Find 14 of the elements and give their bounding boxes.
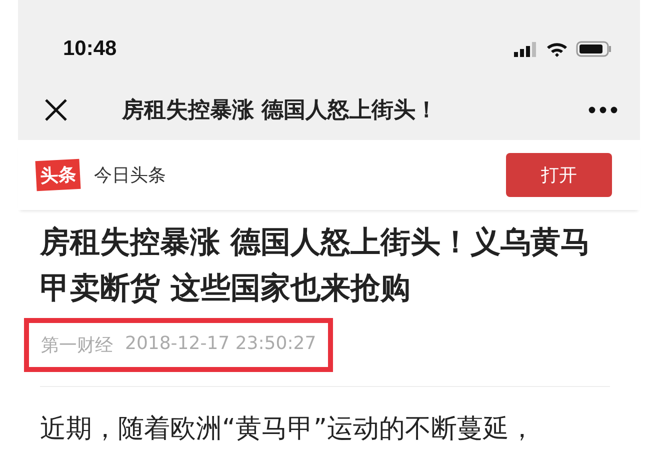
article-body: 近期，随着欧洲“黄马甲”运动的不断蔓延， bbox=[40, 413, 536, 446]
signal-icon bbox=[514, 42, 538, 56]
close-icon[interactable] bbox=[44, 98, 68, 122]
more-icon[interactable] bbox=[588, 106, 618, 114]
app-logo: 头条 bbox=[35, 158, 81, 192]
app-name: 今日头条 bbox=[94, 164, 167, 187]
open-button[interactable]: 打开 bbox=[506, 153, 612, 197]
status-time: 10:48 bbox=[63, 37, 117, 61]
page-title: 房租失控暴涨 德国人怒上街头！ bbox=[120, 96, 439, 125]
wifi-icon bbox=[546, 41, 568, 57]
battery-icon bbox=[576, 41, 612, 57]
article-headline: 房租失控暴涨 德国人怒上街头！义乌黄马甲卖断货 这些国家也来抢购 bbox=[40, 224, 592, 308]
source-name: 第一财经 bbox=[41, 334, 113, 357]
publish-time: 2018-12-17 23:50:27 bbox=[125, 333, 316, 356]
